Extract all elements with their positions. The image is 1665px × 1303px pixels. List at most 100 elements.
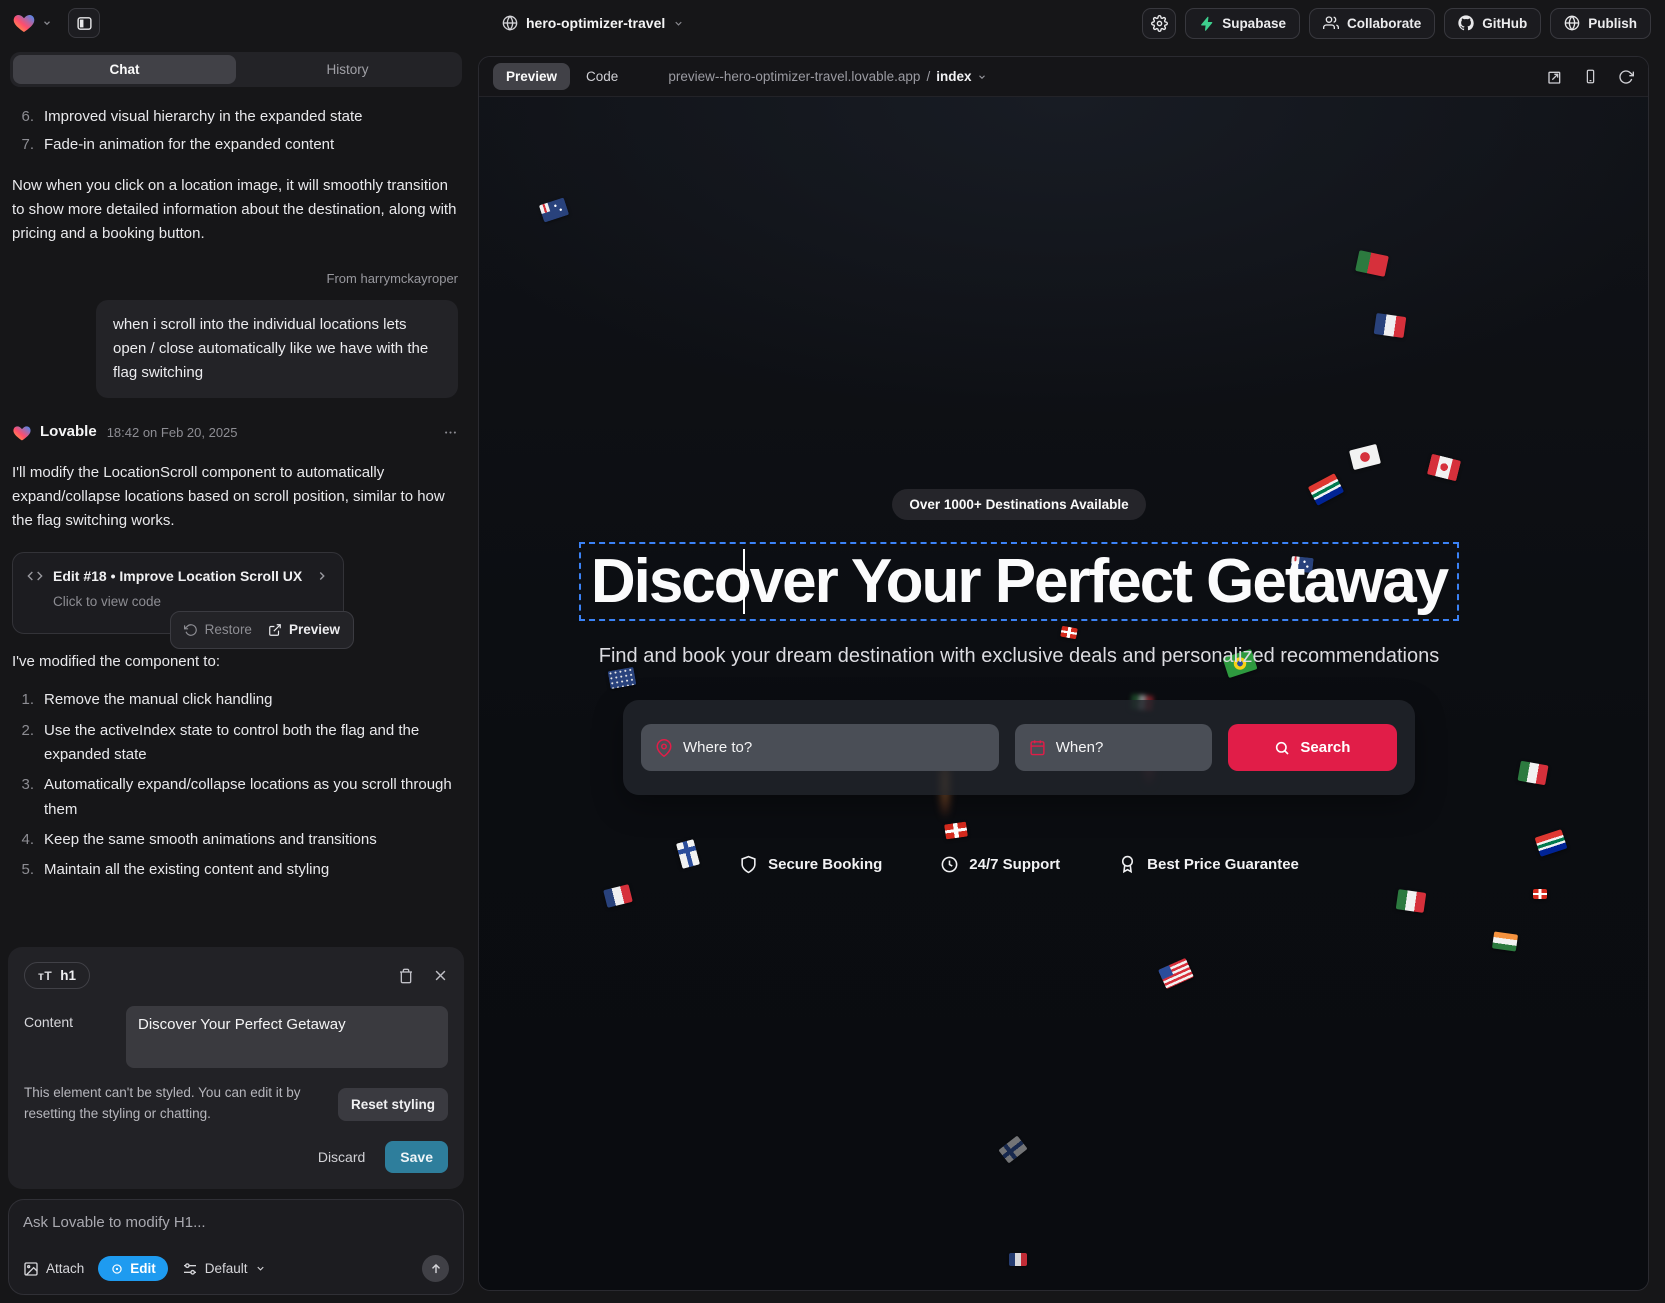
tab-preview[interactable]: Preview	[493, 63, 570, 90]
content-input[interactable]: Discover Your Perfect Getaway	[126, 1006, 448, 1068]
content-label: Content	[24, 1006, 112, 1068]
github-button[interactable]: GitHub	[1444, 8, 1541, 39]
assistant-message: Now when you click on a location image, …	[12, 174, 458, 247]
where-input[interactable]	[683, 739, 985, 756]
save-button[interactable]: Save	[385, 1141, 448, 1173]
when-field[interactable]	[1015, 724, 1212, 771]
chat-sidebar: Chat History 6. Improved visual hierarch…	[0, 46, 472, 1303]
list-item: 1. Remove the manual click handling	[12, 688, 458, 712]
attach-button[interactable]: Attach	[23, 1261, 84, 1277]
collaborate-label: Collaborate	[1347, 16, 1421, 31]
flag-finland-icon	[998, 1135, 1027, 1163]
tab-chat[interactable]: Chat	[13, 55, 236, 84]
list-item: 3. Automatically expand/collapse locatio…	[12, 773, 458, 822]
flag-mexico-icon	[1396, 889, 1427, 913]
list-number: 7.	[12, 133, 34, 157]
search-button[interactable]: Search	[1228, 724, 1397, 771]
settings-button[interactable]	[1142, 8, 1176, 39]
list-text: Use the activeIndex state to control bot…	[44, 719, 458, 768]
when-input[interactable]	[1056, 739, 1198, 756]
flag-india-icon	[1492, 931, 1518, 951]
external-link-icon	[268, 623, 282, 637]
preview-toolbar: Preview Code preview--hero-optimizer-tra…	[479, 57, 1648, 97]
chevron-right-icon	[315, 569, 329, 583]
edit-card-wrap: Edit #18 • Improve Location Scroll UX Cl…	[12, 552, 344, 635]
trash-icon[interactable]	[398, 968, 414, 984]
lovable-logo-icon[interactable]	[12, 11, 36, 35]
type-icon: тT	[38, 969, 52, 983]
refresh-icon[interactable]	[1618, 69, 1634, 85]
preview-card: Preview Code preview--hero-optimizer-tra…	[478, 56, 1649, 1291]
user-message-bubble: when i scroll into the individual locati…	[96, 300, 458, 399]
list-text: Remove the manual click handling	[44, 688, 272, 712]
chevron-down-icon	[977, 72, 987, 82]
edit-label: Edit	[130, 1261, 156, 1276]
flag-france-icon	[603, 884, 633, 908]
topbar-actions: Supabase Collaborate GitHub Publ	[1142, 8, 1651, 39]
list-text: Fade-in animation for the expanded conte…	[44, 133, 334, 157]
supabase-bolt-icon	[1199, 16, 1214, 31]
supabase-label: Supabase	[1222, 16, 1286, 31]
attach-label: Attach	[46, 1261, 84, 1276]
chat-scroll[interactable]: 6. Improved visual hierarchy in the expa…	[0, 91, 472, 941]
sidebar-toggle-button[interactable]	[68, 8, 100, 38]
url-separator: /	[926, 69, 930, 84]
open-in-new-tab-icon[interactable]	[1547, 69, 1563, 85]
chevron-down-icon[interactable]	[42, 18, 52, 28]
hero-title[interactable]: Discover Your Perfect Getaway	[591, 546, 1447, 617]
assistant-message: I'll modify the LocationScroll component…	[12, 461, 458, 534]
list-text: Automatically expand/collapse locations …	[44, 773, 458, 822]
supabase-button[interactable]: Supabase	[1185, 8, 1300, 39]
tab-history[interactable]: History	[236, 55, 459, 84]
feature-label: Best Price Guarantee	[1147, 856, 1299, 873]
discard-button[interactable]: Discard	[318, 1149, 365, 1165]
project-switcher[interactable]: hero-optimizer-travel	[502, 15, 684, 31]
mobile-view-icon[interactable]	[1583, 69, 1598, 85]
map-pin-icon	[655, 739, 673, 757]
default-mode-button[interactable]: Default	[182, 1261, 266, 1277]
sliders-icon	[182, 1261, 198, 1277]
destinations-badge: Over 1000+ Destinations Available	[892, 489, 1145, 520]
element-editor-panel: тT h1 Content Discover Your Perfect Geta…	[8, 947, 464, 1189]
clock-icon	[940, 855, 959, 874]
selected-element-outline[interactable]: Discover Your Perfect Getaway	[579, 542, 1459, 621]
feature-label: 24/7 Support	[969, 856, 1060, 873]
search-icon	[1274, 740, 1290, 756]
list-text: Improved visual hierarchy in the expande…	[44, 105, 363, 129]
code-icon	[27, 568, 43, 584]
edit-card-title: Edit #18 • Improve Location Scroll UX	[53, 565, 305, 588]
topbar: hero-optimizer-travel Supabase	[0, 0, 1665, 46]
url-page: index	[936, 69, 971, 84]
preview-url[interactable]: preview--hero-optimizer-travel.lovable.a…	[668, 69, 987, 84]
image-icon	[23, 1261, 39, 1277]
assistant-header: Lovable 18:42 on Feb 20, 2025	[12, 420, 458, 444]
shield-icon	[739, 855, 758, 874]
publish-button[interactable]: Publish	[1550, 8, 1651, 39]
reset-styling-button[interactable]: Reset styling	[338, 1088, 448, 1121]
restore-preview-pill: Restore Preview	[170, 611, 354, 649]
github-label: GitHub	[1482, 16, 1527, 31]
feature-secure-booking: Secure Booking	[739, 855, 882, 874]
send-button[interactable]	[422, 1255, 449, 1282]
preview-viewport: Over 1000+ Destinations Available Discov…	[479, 97, 1648, 1290]
restore-label: Restore	[205, 619, 252, 641]
collaborate-button[interactable]: Collaborate	[1309, 8, 1435, 39]
close-icon[interactable]	[433, 968, 448, 984]
element-tag-badge[interactable]: тT h1	[24, 962, 90, 989]
edit-mode-button[interactable]: Edit	[98, 1256, 168, 1281]
message-author-label: From harrymckayroper	[12, 268, 458, 289]
list-item: 5. Maintain all the existing content and…	[12, 858, 458, 882]
list-number: 4.	[12, 828, 34, 852]
tab-code[interactable]: Code	[586, 69, 618, 84]
where-field[interactable]	[641, 724, 999, 771]
restore-button[interactable]: Restore	[184, 619, 252, 641]
text-caret	[743, 549, 745, 614]
users-icon	[1323, 15, 1339, 31]
sidebar-tabs: Chat History	[10, 52, 462, 87]
list-number: 1.	[12, 688, 34, 712]
composer-input[interactable]	[23, 1214, 449, 1231]
style-note: This element can't be styled. You can ed…	[24, 1083, 326, 1125]
preview-button[interactable]: Preview	[268, 619, 340, 641]
more-menu-icon[interactable]	[443, 425, 458, 440]
flag-switzerland-icon	[1533, 889, 1547, 899]
